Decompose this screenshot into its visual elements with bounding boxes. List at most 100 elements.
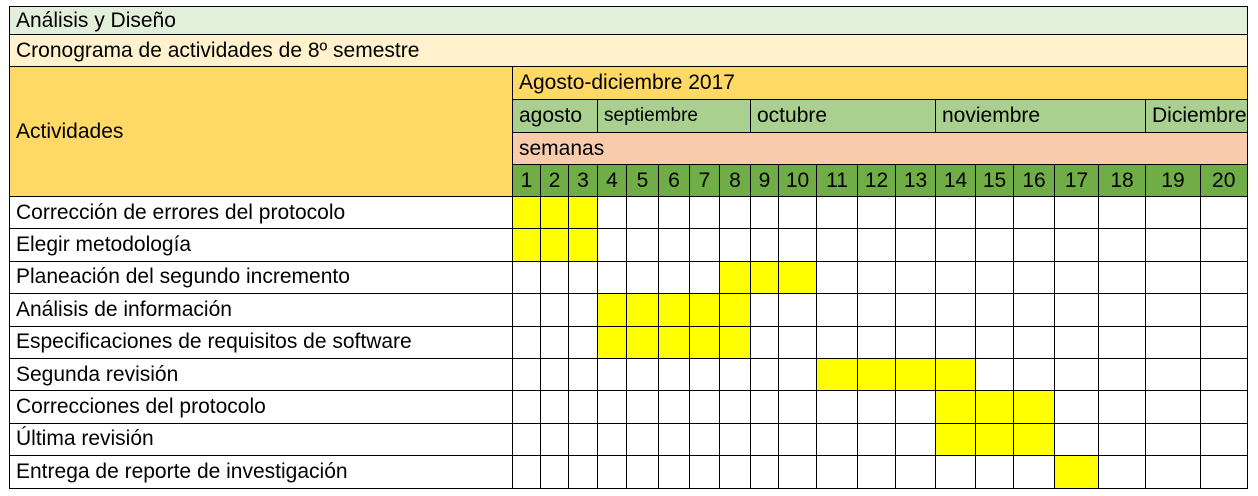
week-cell bbox=[689, 195, 720, 230]
week-cell bbox=[1199, 422, 1248, 457]
week-cell bbox=[935, 228, 976, 262]
week-cell bbox=[975, 455, 1014, 489]
week-number: 6 bbox=[658, 164, 690, 197]
week-cell bbox=[719, 228, 751, 262]
scheduled-week-cell bbox=[689, 293, 720, 327]
week-cell bbox=[1098, 195, 1146, 230]
week-cell bbox=[626, 195, 659, 230]
week-cell bbox=[1145, 390, 1201, 424]
week-cell bbox=[568, 293, 598, 327]
week-cell bbox=[1013, 293, 1055, 327]
week-cell bbox=[1145, 260, 1201, 295]
scheduled-week-cell bbox=[540, 228, 569, 262]
scheduled-week-cell bbox=[1013, 390, 1055, 424]
week-cell bbox=[689, 228, 720, 262]
week-cell bbox=[895, 195, 936, 230]
week-cell bbox=[719, 390, 751, 424]
week-cell bbox=[857, 390, 896, 424]
week-cell bbox=[857, 455, 896, 489]
week-number: 16 bbox=[1013, 164, 1055, 197]
week-cell bbox=[857, 195, 896, 230]
week-cell bbox=[540, 325, 569, 359]
week-number: 12 bbox=[857, 164, 896, 197]
week-number: 7 bbox=[689, 164, 720, 197]
scheduled-week-cell bbox=[719, 293, 751, 327]
week-cell bbox=[895, 422, 936, 457]
week-cell bbox=[540, 390, 569, 424]
week-number: 8 bbox=[719, 164, 751, 197]
week-cell bbox=[689, 260, 720, 295]
schedule-sheet: Análisis y Diseño Cronograma de actividad… bbox=[0, 0, 1258, 496]
week-cell bbox=[597, 455, 627, 489]
week-number: 19 bbox=[1145, 164, 1201, 197]
week-cell bbox=[816, 293, 858, 327]
week-cell bbox=[1145, 293, 1201, 327]
week-cell bbox=[658, 357, 690, 392]
week-cell bbox=[597, 195, 627, 230]
scheduled-week-cell bbox=[816, 357, 858, 392]
week-number: 5 bbox=[626, 164, 659, 197]
week-cell bbox=[857, 228, 896, 262]
activities-header: Actividades bbox=[9, 66, 513, 197]
week-cell bbox=[597, 260, 627, 295]
table-row: Entrega de reporte de investigación bbox=[9, 455, 1248, 489]
week-cell bbox=[1199, 260, 1248, 295]
week-cell bbox=[778, 195, 817, 230]
week-cell bbox=[626, 390, 659, 424]
week-cell bbox=[750, 325, 779, 359]
week-cell bbox=[1098, 228, 1146, 262]
week-number: 9 bbox=[750, 164, 779, 197]
week-cell bbox=[778, 293, 817, 327]
week-cell bbox=[512, 357, 541, 392]
week-cell bbox=[626, 357, 659, 392]
week-cell bbox=[975, 260, 1014, 295]
week-cell bbox=[816, 422, 858, 457]
week-cell bbox=[857, 325, 896, 359]
week-cell bbox=[512, 325, 541, 359]
week-cell bbox=[1199, 325, 1248, 359]
week-cell bbox=[975, 228, 1014, 262]
week-cell bbox=[597, 357, 627, 392]
week-cell bbox=[935, 325, 976, 359]
week-cell bbox=[895, 293, 936, 327]
table-row: Especificaciones de requisitos de softwa… bbox=[9, 325, 1248, 359]
week-cell bbox=[626, 260, 659, 295]
week-cell bbox=[689, 390, 720, 424]
scheduled-week-cell bbox=[975, 422, 1014, 457]
week-cell bbox=[1098, 293, 1146, 327]
period-header: Agosto-diciembre 2017 bbox=[512, 66, 1248, 100]
activity-label: Especificaciones de requisitos de softwa… bbox=[9, 325, 513, 359]
week-cell bbox=[778, 390, 817, 424]
week-cell bbox=[895, 390, 936, 424]
month-header: septiembre bbox=[597, 99, 751, 133]
week-cell bbox=[658, 455, 690, 489]
week-cell bbox=[935, 293, 976, 327]
week-cell bbox=[658, 195, 690, 230]
scheduled-week-cell bbox=[540, 195, 569, 230]
week-cell bbox=[975, 293, 1014, 327]
week-cell bbox=[1054, 260, 1099, 295]
week-number: 18 bbox=[1098, 164, 1146, 197]
week-number: 11 bbox=[816, 164, 858, 197]
week-cell bbox=[895, 455, 936, 489]
week-cell bbox=[626, 422, 659, 457]
scheduled-week-cell bbox=[597, 293, 627, 327]
week-cell bbox=[1145, 422, 1201, 457]
week-cell bbox=[778, 228, 817, 262]
week-cell bbox=[750, 422, 779, 457]
week-cell bbox=[512, 390, 541, 424]
scheduled-week-cell bbox=[935, 357, 976, 392]
week-cell bbox=[597, 228, 627, 262]
scheduled-week-cell bbox=[626, 325, 659, 359]
week-cell bbox=[816, 260, 858, 295]
week-cell bbox=[816, 325, 858, 359]
week-cell bbox=[568, 260, 598, 295]
scheduled-week-cell bbox=[1013, 422, 1055, 457]
week-cell bbox=[1145, 325, 1201, 359]
week-number: 15 bbox=[975, 164, 1014, 197]
scheduled-week-cell bbox=[935, 390, 976, 424]
scheduled-week-cell bbox=[658, 293, 690, 327]
week-cell bbox=[1199, 228, 1248, 262]
week-cell bbox=[658, 260, 690, 295]
week-cell bbox=[750, 228, 779, 262]
